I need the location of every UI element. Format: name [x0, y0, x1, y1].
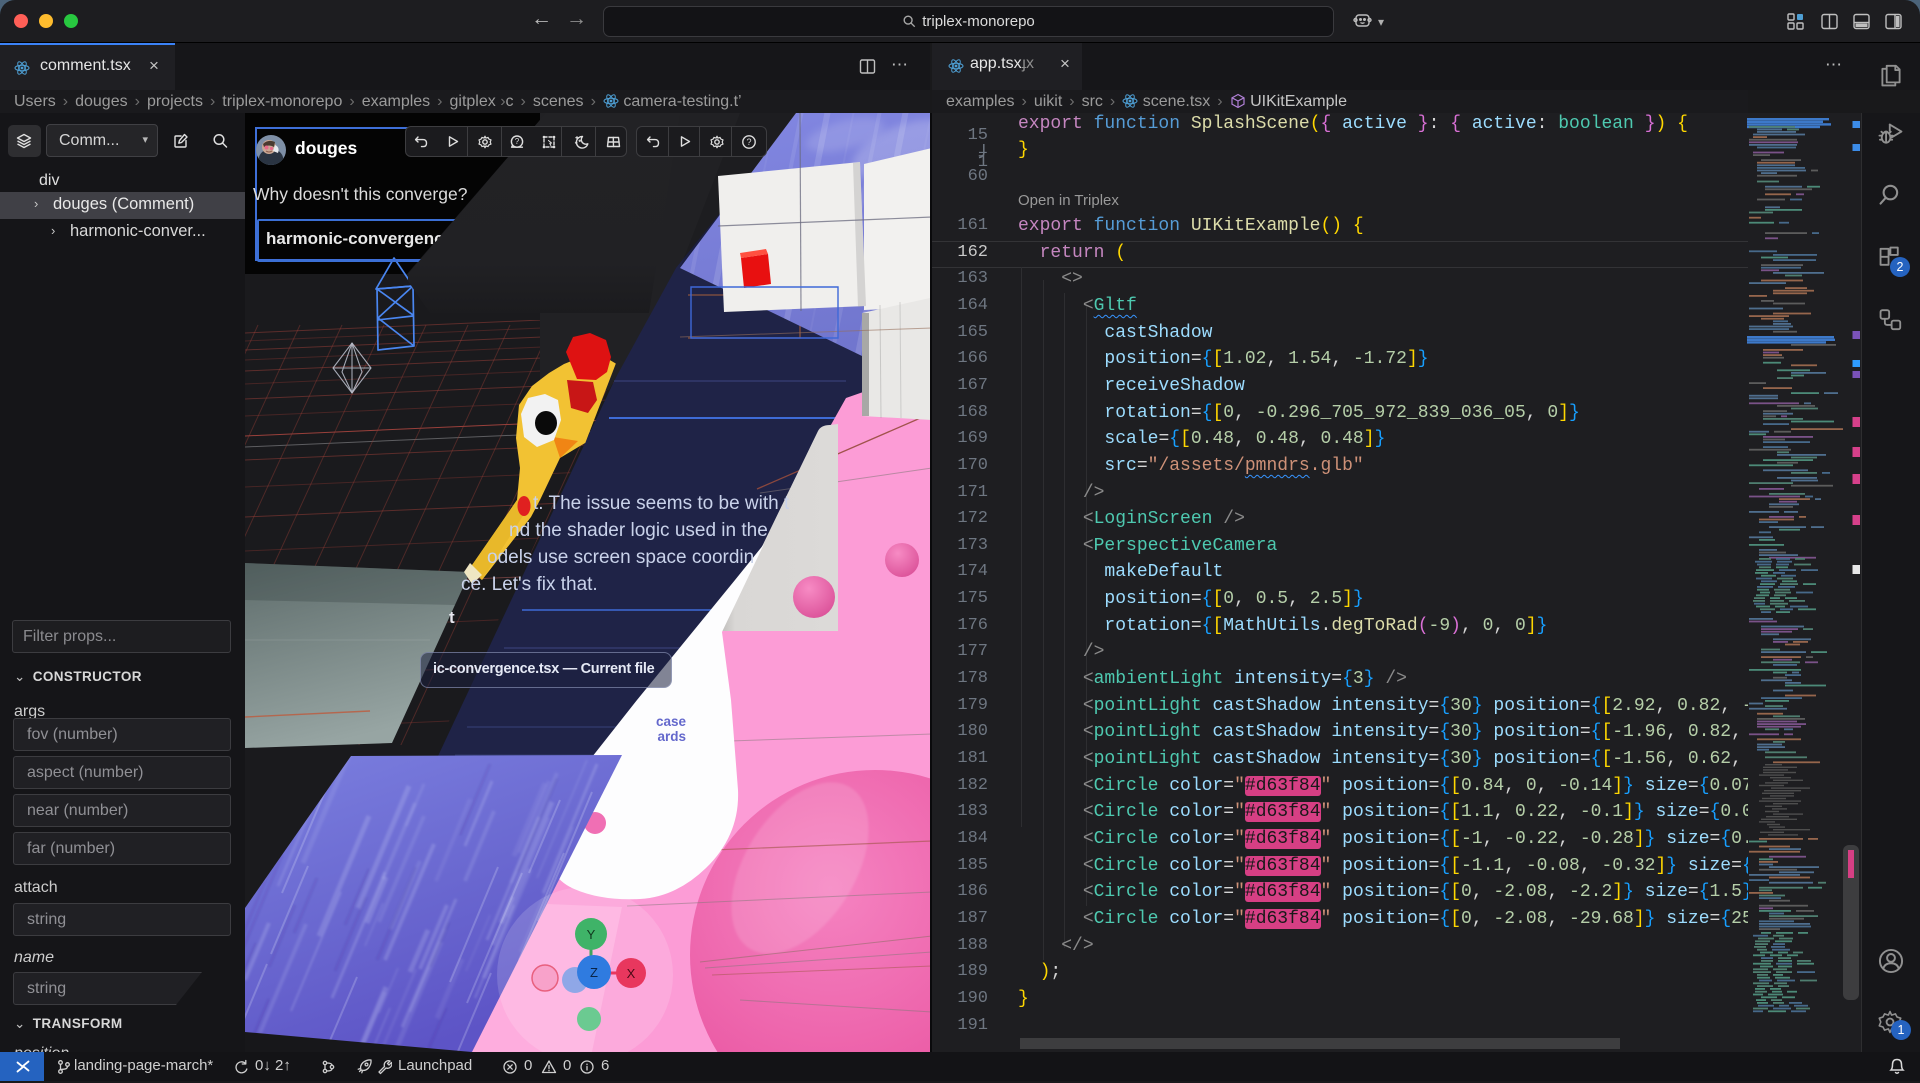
svg-text:Z: Z	[590, 965, 598, 980]
svg-text:Y: Y	[587, 927, 596, 942]
svg-text:X: X	[627, 966, 636, 981]
svg-text:?: ?	[746, 137, 751, 147]
svg-text:?: ?	[515, 137, 520, 146]
